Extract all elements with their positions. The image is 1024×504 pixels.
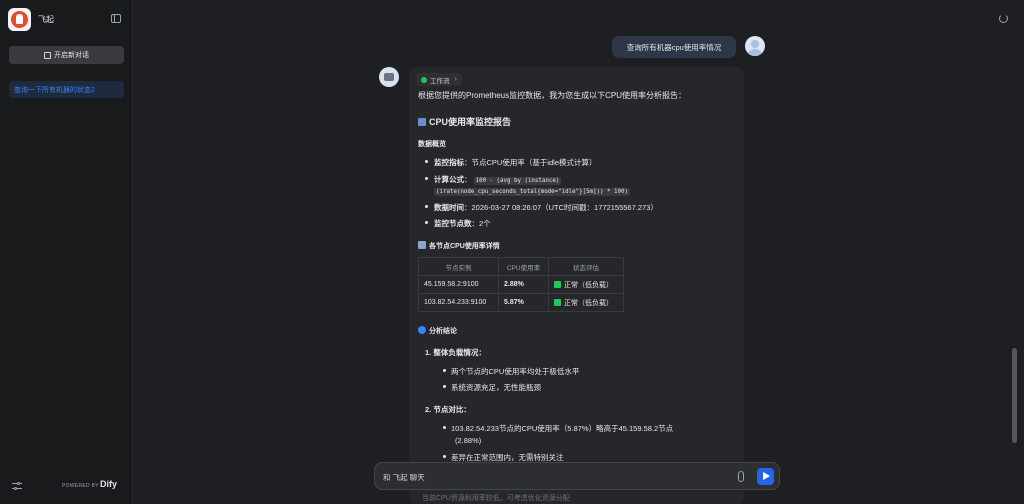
bullet (443, 385, 446, 388)
sidebar: 飞起 开启新对话 查询一下所有机器的状态2 POWERED BY Dify (0, 0, 133, 504)
bot-answer: 工作流 › 根据您提供的Prometheus监控数据，我为您生成以下CPU使用率… (409, 67, 744, 504)
bullet (443, 369, 446, 372)
chat-input-placeholder: 和 飞起 聊天 (383, 473, 425, 482)
bullet (443, 455, 446, 458)
app-name: 飞起 (38, 15, 54, 24)
edit-icon (44, 51, 51, 59)
overview-formula-cont: (irate(node_cpu_seconds_total{mode="idle… (434, 188, 630, 196)
new-chat-button[interactable]: 开启新对话 (9, 46, 124, 64)
table-cell: 正常（低负载） (548, 275, 624, 294)
column-header: 节点实例 (418, 257, 499, 276)
overview-heading: 数据概览 (418, 141, 446, 148)
column-header: 状态评估 (548, 257, 624, 276)
table-cell: 正常（低负载） (548, 293, 624, 312)
table-row: 103.82.54.233:9100 5.87% 正常（低负载） (418, 293, 624, 312)
table-cell: 5.87% (498, 293, 549, 312)
table-header-row: 节点实例 CPU使用率 状态评估 (418, 257, 624, 276)
overview-metric: 监控指标：节点CPU使用率（基于idle模式计算） (434, 158, 597, 167)
analysis-point: 两个节点的CPU使用率均处于极低水平 (451, 367, 580, 376)
analysis-point: 103.82.54.233节点的CPU使用率（5.87%）略高于45.159.5… (451, 424, 674, 433)
bullet (443, 426, 446, 429)
refresh-icon[interactable] (999, 14, 1008, 23)
powered-by-label: POWERED BY (62, 483, 99, 489)
send-button[interactable] (757, 468, 774, 485)
faded-answer-text: 当前CPU资源利用率较低，可考虑优化资源分配 (422, 495, 570, 502)
answer-intro: 根据您提供的Prometheus监控数据，我为您生成以下CPU使用率分析报告： (418, 91, 687, 100)
detail-heading: 各节点CPU使用率详情 (418, 241, 500, 251)
report-title: CPU使用率监控报告 (418, 115, 511, 128)
chart-icon (418, 241, 426, 249)
user-message-bubble: 查询所有机器cpu使用率情况 (612, 36, 736, 58)
bullet (425, 177, 428, 180)
overview-time: 数据时间：2026-03-27 08:26:07（UTC时间戳：17721555… (434, 203, 658, 212)
cpu-table: 节点实例 CPU使用率 状态评估 45.159.58.2:9100 2.88% … (418, 257, 624, 312)
magnifier-icon (418, 326, 426, 334)
overview-formula: 计算公式： 100 - (avg by (instance) (434, 175, 562, 185)
table-cell: 45.159.58.2:9100 (418, 275, 499, 294)
formula-code: 100 - (avg by (instance) (473, 177, 562, 185)
bot-avatar (379, 67, 399, 87)
check-box-icon (554, 280, 561, 288)
check-circle-icon (421, 76, 427, 83)
analysis-item1-title: 1. 整体负载情况： (425, 348, 486, 357)
chevron-right-icon: › (454, 76, 457, 83)
chart-icon (418, 118, 426, 126)
workflow-label: 工作流 (430, 77, 450, 85)
conversation-item[interactable]: 查询一下所有机器的状态2 (9, 81, 124, 98)
overview-nodes: 监控节点数：2个 (434, 219, 491, 228)
analysis-heading: 分析结论 (418, 326, 457, 336)
chat-input[interactable]: 和 飞起 聊天 (374, 462, 780, 490)
analysis-point: 系统资源充足，无性能瓶颈 (451, 383, 541, 392)
workflow-toggle[interactable]: 工作流 › (416, 73, 462, 86)
bullet (425, 221, 428, 224)
table-cell: 103.82.54.233:9100 (418, 293, 499, 312)
sidebar-toggle-icon[interactable] (111, 14, 121, 23)
analysis-point-cont: (2.88%) (455, 436, 482, 445)
column-header: CPU使用率 (498, 257, 549, 276)
new-chat-label: 开启新对话 (54, 52, 89, 59)
bullet (425, 160, 428, 163)
scrollbar-thumb[interactable] (1012, 348, 1017, 443)
dify-logo: Dify (100, 479, 118, 489)
analysis-item2-title: 2. 节点对比： (425, 405, 471, 414)
user-avatar (745, 36, 765, 56)
settings-sliders-icon[interactable] (12, 481, 22, 491)
check-box-icon (554, 298, 561, 306)
app-logo-icon (8, 8, 31, 31)
sidebar-footer: POWERED BY Dify (0, 476, 133, 496)
table-cell: 2.88% (498, 275, 549, 294)
table-row: 45.159.58.2:9100 2.88% 正常（低负载） (418, 275, 624, 294)
bullet (425, 205, 428, 208)
paperclip-icon[interactable] (738, 471, 744, 482)
